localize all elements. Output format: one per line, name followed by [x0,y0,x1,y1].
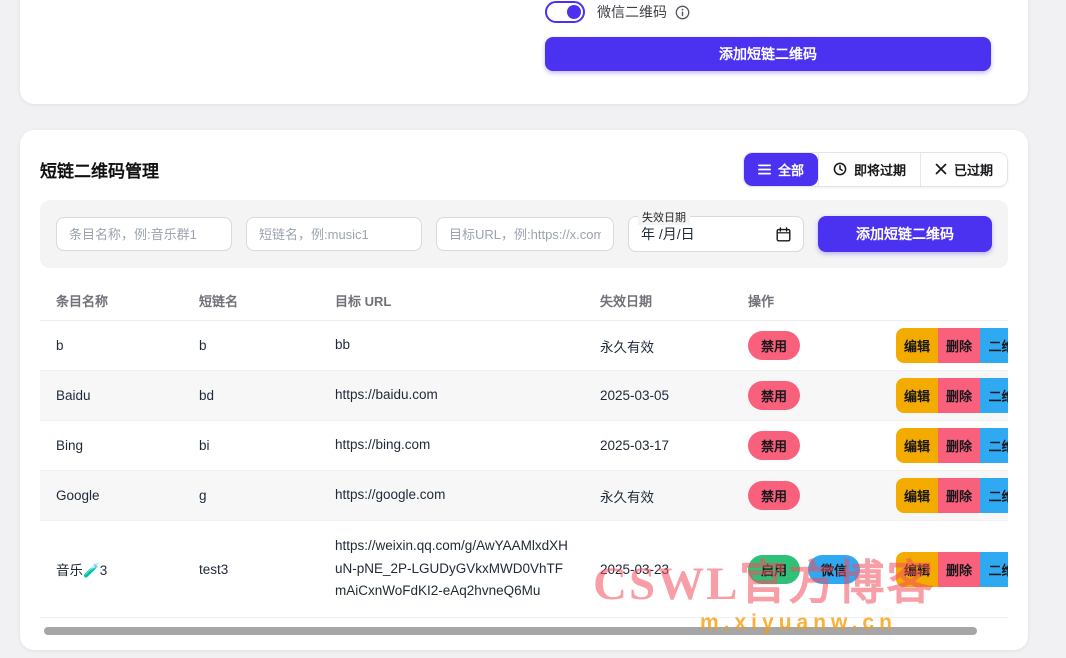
expiry-date-field-wrap: 失效日期 年 /月/日 [628,216,804,252]
info-icon[interactable] [675,5,690,20]
wechat-badge: 微信 [808,555,860,584]
wechat-qrcode-toggle-label: 微信二维码 [597,2,667,22]
search-panel: 失效日期 年 /月/日 添加短链二维码 [40,200,1008,268]
close-icon [935,163,947,175]
qrcode-manager-card: 短链二维码管理 全部 即 [20,130,1028,650]
cell-url: https://bing.com [319,434,584,457]
cell-url: https://google.com [319,484,584,507]
disable-toggle-badge[interactable]: 禁用 [748,481,800,510]
delete-button[interactable]: 删除 [938,552,980,587]
cell-name: Google [40,488,183,503]
menu-icon [758,164,771,175]
cell-slug: bi [183,438,319,453]
filter-expired-button[interactable]: 已过期 [920,153,1007,186]
cell-url: https://baidu.com [319,384,584,407]
filter-expiring-button[interactable]: 即将过期 [818,153,920,186]
horizontal-scrollbar[interactable] [44,627,977,635]
cell-expiry: 2025-03-17 [584,438,732,453]
row-action-group: 编辑 删除 二维码 [896,428,1008,463]
table-header-row: 条目名称 短链名 目标 URL 失效日期 操作 [40,280,1008,321]
cell-name: 音乐🧪3 [40,559,183,579]
qrcode-button[interactable]: 二维码 [980,328,1008,363]
cell-expiry: 2025-03-05 [584,388,732,403]
cell-name: Bing [40,438,183,453]
cell-url: bb [319,334,584,357]
cell-slug: g [183,488,319,503]
qrcode-button[interactable]: 二维码 [980,378,1008,413]
toggle-knob [567,5,581,19]
col-header-url: 目标 URL [319,291,584,310]
filter-all-label: 全部 [778,160,804,179]
qrcode-table: 条目名称 短链名 目标 URL 失效日期 操作 b b bb 永久有效 禁用 编… [40,280,1008,618]
filter-segmented-control: 全部 即将过期 已过期 [743,152,1008,187]
edit-button[interactable]: 编辑 [896,328,938,363]
delete-button[interactable]: 删除 [938,378,980,413]
qrcode-button[interactable]: 二维码 [980,478,1008,513]
row-action-group: 编辑 删除 二维码 [896,552,1008,587]
row-action-group: 编辑 删除 二维码 [896,478,1008,513]
short-link-name-input[interactable] [246,217,422,251]
col-header-slug: 短链名 [183,291,319,310]
disable-toggle-badge[interactable]: 禁用 [748,431,800,460]
cell-slug: bd [183,388,319,403]
wechat-qrcode-toggle[interactable] [545,1,585,23]
entry-name-input[interactable] [56,217,232,251]
edit-button[interactable]: 编辑 [896,428,938,463]
qrcode-button[interactable]: 二维码 [980,552,1008,587]
delete-button[interactable]: 删除 [938,328,980,363]
target-url-input[interactable] [436,217,614,251]
filter-expiring-label: 即将过期 [854,160,906,179]
col-header-expiry: 失效日期 [584,291,732,310]
qrcode-button[interactable]: 二维码 [980,428,1008,463]
cell-url: https://weixin.qq.com/g/AwYAAMlxdXHuN-pN… [319,535,584,604]
table-row: Baidu bd https://baidu.com 2025-03-05 禁用… [40,371,1008,421]
edit-button[interactable]: 编辑 [896,478,938,513]
delete-button[interactable]: 删除 [938,478,980,513]
disable-toggle-badge[interactable]: 禁用 [748,331,800,360]
col-header-action: 操作 [732,291,883,310]
table-row: 音乐🧪3 test3 https://weixin.qq.com/g/AwYAA… [40,521,1008,618]
page-title: 短链二维码管理 [40,157,159,182]
cell-expiry: 2025-03-23 [584,562,732,577]
cell-slug: b [183,338,319,353]
expiry-date-label: 失效日期 [638,209,690,225]
cell-name: b [40,338,183,353]
delete-button[interactable]: 删除 [938,428,980,463]
filter-expired-label: 已过期 [954,160,993,179]
calendar-icon[interactable] [776,227,791,242]
clock-icon [833,162,847,176]
edit-button[interactable]: 编辑 [896,552,938,587]
filter-all-button[interactable]: 全部 [744,153,818,186]
row-action-group: 编辑 删除 二维码 [896,328,1008,363]
cell-expiry: 永久有效 [584,336,732,356]
enable-toggle-badge[interactable]: 启用 [748,555,800,584]
add-qrcode-form-card: 微信二维码 添加短链二维码 [20,0,1028,104]
row-action-group: 编辑 删除 二维码 [896,378,1008,413]
edit-button[interactable]: 编辑 [896,378,938,413]
cell-expiry: 永久有效 [584,486,732,506]
disable-toggle-badge[interactable]: 禁用 [748,381,800,410]
cell-name: Baidu [40,388,183,403]
table-row: Bing bi https://bing.com 2025-03-17 禁用 编… [40,421,1008,471]
add-short-link-qrcode-button[interactable]: 添加短链二维码 [545,37,991,71]
table-row: b b bb 永久有效 禁用 编辑 删除 二维码 [40,321,1008,371]
table-row: Google g https://google.com 永久有效 禁用 编辑 删… [40,471,1008,521]
cell-slug: test3 [183,562,319,577]
col-header-name: 条目名称 [40,291,183,310]
expiry-date-value: 年 /月/日 [641,224,695,244]
panel-add-short-link-qrcode-button[interactable]: 添加短链二维码 [818,216,992,252]
